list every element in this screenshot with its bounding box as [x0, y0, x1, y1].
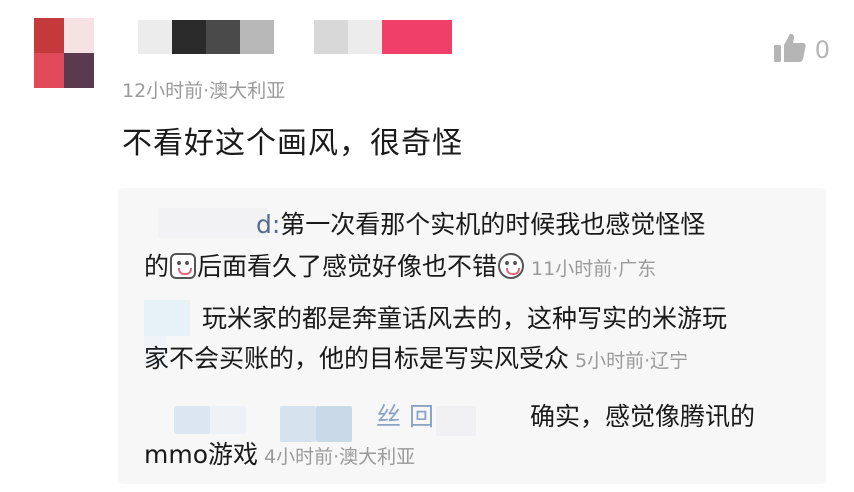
comment-meta: 12小时前·澳大利亚: [122, 80, 286, 102]
like-count: 0: [814, 36, 830, 64]
reply-item[interactable]: d:第一次看那个实机的时候我也感觉怪怪: [144, 204, 705, 246]
reply-text: 后面看久了感觉好像也不错: [197, 252, 498, 281]
reply-item-cont[interactable]: 家不会买账的，他的目标是写实风受众 5小时前·辽宁: [144, 338, 688, 382]
reply-meta: 5小时前·辽宁: [575, 350, 689, 372]
reply-text: mmo游戏: [144, 440, 259, 469]
reply-meta: 4小时前·澳大利亚: [264, 446, 416, 468]
reply-text: 家不会买账的，他的目标是写实风受众: [144, 344, 570, 373]
reply-text: 第一次看那个实机的时候我也感觉怪怪: [280, 210, 706, 239]
replies-panel: d:第一次看那个实机的时候我也感觉怪怪 的后面看久了感觉好像也不错 11小时前·广…: [118, 188, 826, 484]
reply-item-cont[interactable]: 的后面看久了感觉好像也不错 11小时前·广东: [144, 246, 656, 290]
reply-item[interactable]: 玩米家的都是奔童话风去的，这种写实的米游玩: [144, 298, 727, 340]
laughing-emoji-icon: [498, 253, 525, 279]
avatar[interactable]: [34, 18, 94, 88]
thumbs-up-icon: [773, 32, 807, 68]
reply-item-cont[interactable]: mmo游戏 4小时前·澳大利亚: [144, 434, 415, 478]
reply-meta: 11小时前·广东: [531, 258, 657, 280]
reply-username-redacted[interactable]: [436, 406, 476, 436]
reply-username-redacted[interactable]: [210, 406, 246, 434]
reply-text: 确实，感觉像腾讯的: [530, 402, 756, 431]
blushing-emoji-icon: [170, 253, 197, 279]
reply-username-redacted[interactable]: [174, 406, 210, 434]
reply-text: 玩米家的都是奔童话风去的，这种写实的米游玩: [202, 304, 728, 333]
reply-item[interactable]: 确实，感觉像腾讯的: [530, 396, 755, 438]
comment-text[interactable]: 不看好这个画风，很奇怪: [122, 118, 463, 162]
reply-username-fragment[interactable]: 丝 回: [376, 402, 434, 431]
like-button[interactable]: 0: [773, 32, 830, 68]
reply-text: 的: [144, 252, 170, 281]
reply-username-fragment[interactable]: d:: [256, 210, 280, 239]
reply-item[interactable]: 丝 回: [376, 396, 434, 438]
username-redacted[interactable]: [138, 20, 452, 54]
